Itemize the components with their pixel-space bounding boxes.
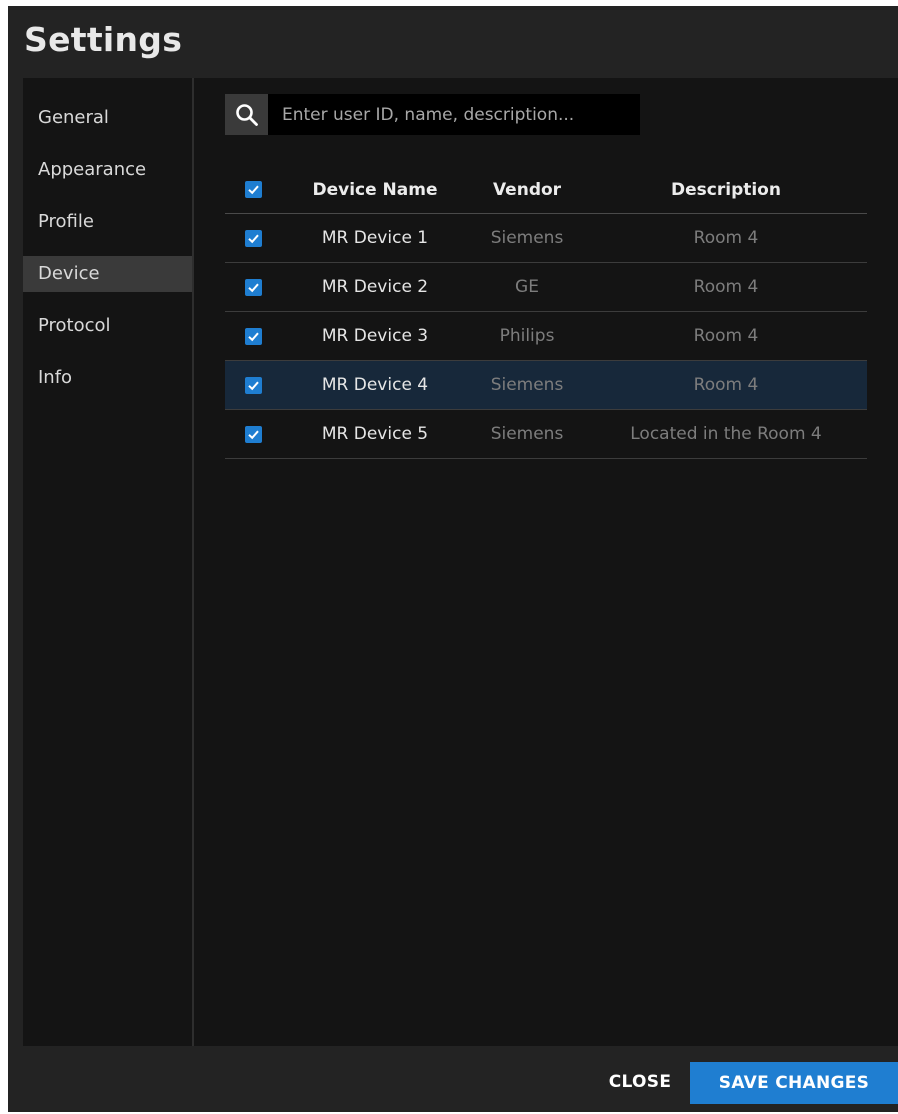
sidebar-item-general[interactable]: General bbox=[23, 100, 192, 136]
device-panel: Device Name Vendor Description MR Device… bbox=[194, 78, 898, 1046]
sidebar-item-device[interactable]: Device bbox=[23, 256, 192, 292]
sidebar-item-info[interactable]: Info bbox=[23, 360, 192, 396]
table-row[interactable]: MR Device 2 GE Room 4 bbox=[225, 263, 867, 312]
header-check-cell bbox=[225, 166, 281, 213]
vendor-cell: GE bbox=[515, 277, 539, 297]
row-checkbox[interactable] bbox=[244, 376, 262, 394]
description-cell: Room 4 bbox=[693, 375, 759, 395]
window-title: Settings bbox=[24, 20, 183, 59]
sidebar: General Appearance Profile Device Protoc… bbox=[23, 78, 194, 1046]
device-name-cell: MR Device 4 bbox=[321, 375, 429, 395]
vendor-cell: Siemens bbox=[490, 375, 564, 395]
table-header: Device Name Vendor Description bbox=[225, 166, 867, 214]
row-checkbox[interactable] bbox=[244, 327, 262, 345]
checkmark-icon bbox=[247, 185, 259, 195]
search-icon bbox=[235, 103, 258, 126]
sidebar-item-profile[interactable]: Profile bbox=[23, 204, 192, 240]
settings-window: Settings General Appearance Profile Devi… bbox=[8, 6, 898, 1112]
row-checkbox[interactable] bbox=[244, 229, 262, 247]
checkmark-icon bbox=[247, 283, 259, 292]
search-bar bbox=[225, 94, 640, 135]
column-header-device-name[interactable]: Device Name bbox=[281, 166, 469, 213]
table-row[interactable]: MR Device 3 Philips Room 4 bbox=[225, 312, 867, 361]
checkmark-icon bbox=[247, 381, 259, 390]
row-check-cell bbox=[225, 361, 281, 409]
vendor-cell: Siemens bbox=[490, 424, 564, 444]
description-cell: Room 4 bbox=[693, 277, 759, 297]
row-check-cell bbox=[225, 214, 281, 262]
device-name-cell: MR Device 1 bbox=[321, 228, 429, 248]
device-name-cell: MR Device 5 bbox=[321, 424, 429, 444]
table-row[interactable]: MR Device 5 Siemens Located in the Room … bbox=[225, 410, 867, 459]
close-button[interactable]: CLOSE bbox=[578, 1062, 702, 1102]
settings-body: General Appearance Profile Device Protoc… bbox=[23, 78, 898, 1046]
description-cell: Room 4 bbox=[693, 326, 759, 346]
device-table: Device Name Vendor Description MR Device… bbox=[225, 166, 867, 459]
save-changes-button[interactable]: SAVE CHANGES bbox=[690, 1062, 898, 1104]
device-name-cell: MR Device 2 bbox=[321, 277, 429, 297]
select-all-checkbox[interactable] bbox=[244, 181, 262, 198]
checkmark-icon bbox=[247, 430, 259, 439]
checkmark-icon bbox=[247, 234, 259, 243]
column-header-vendor[interactable]: Vendor bbox=[469, 166, 585, 213]
vendor-cell: Philips bbox=[499, 326, 555, 346]
dialog-footer: CLOSE SAVE CHANGES bbox=[8, 1046, 898, 1112]
search-input[interactable] bbox=[268, 94, 640, 135]
row-check-cell bbox=[225, 312, 281, 360]
vendor-cell: Siemens bbox=[490, 228, 564, 248]
sidebar-item-appearance[interactable]: Appearance bbox=[23, 152, 192, 188]
search-button[interactable] bbox=[225, 94, 268, 135]
row-checkbox[interactable] bbox=[244, 425, 262, 443]
device-name-cell: MR Device 3 bbox=[321, 326, 429, 346]
description-cell: Located in the Room 4 bbox=[630, 424, 822, 444]
column-header-description[interactable]: Description bbox=[585, 166, 867, 213]
checkmark-icon bbox=[247, 332, 259, 341]
description-cell: Room 4 bbox=[693, 228, 759, 248]
row-checkbox[interactable] bbox=[244, 278, 262, 296]
row-check-cell bbox=[225, 263, 281, 311]
table-row-selected[interactable]: MR Device 4 Siemens Room 4 bbox=[225, 361, 867, 410]
sidebar-item-protocol[interactable]: Protocol bbox=[23, 308, 192, 344]
table-row[interactable]: MR Device 1 Siemens Room 4 bbox=[225, 214, 867, 263]
row-check-cell bbox=[225, 410, 281, 458]
